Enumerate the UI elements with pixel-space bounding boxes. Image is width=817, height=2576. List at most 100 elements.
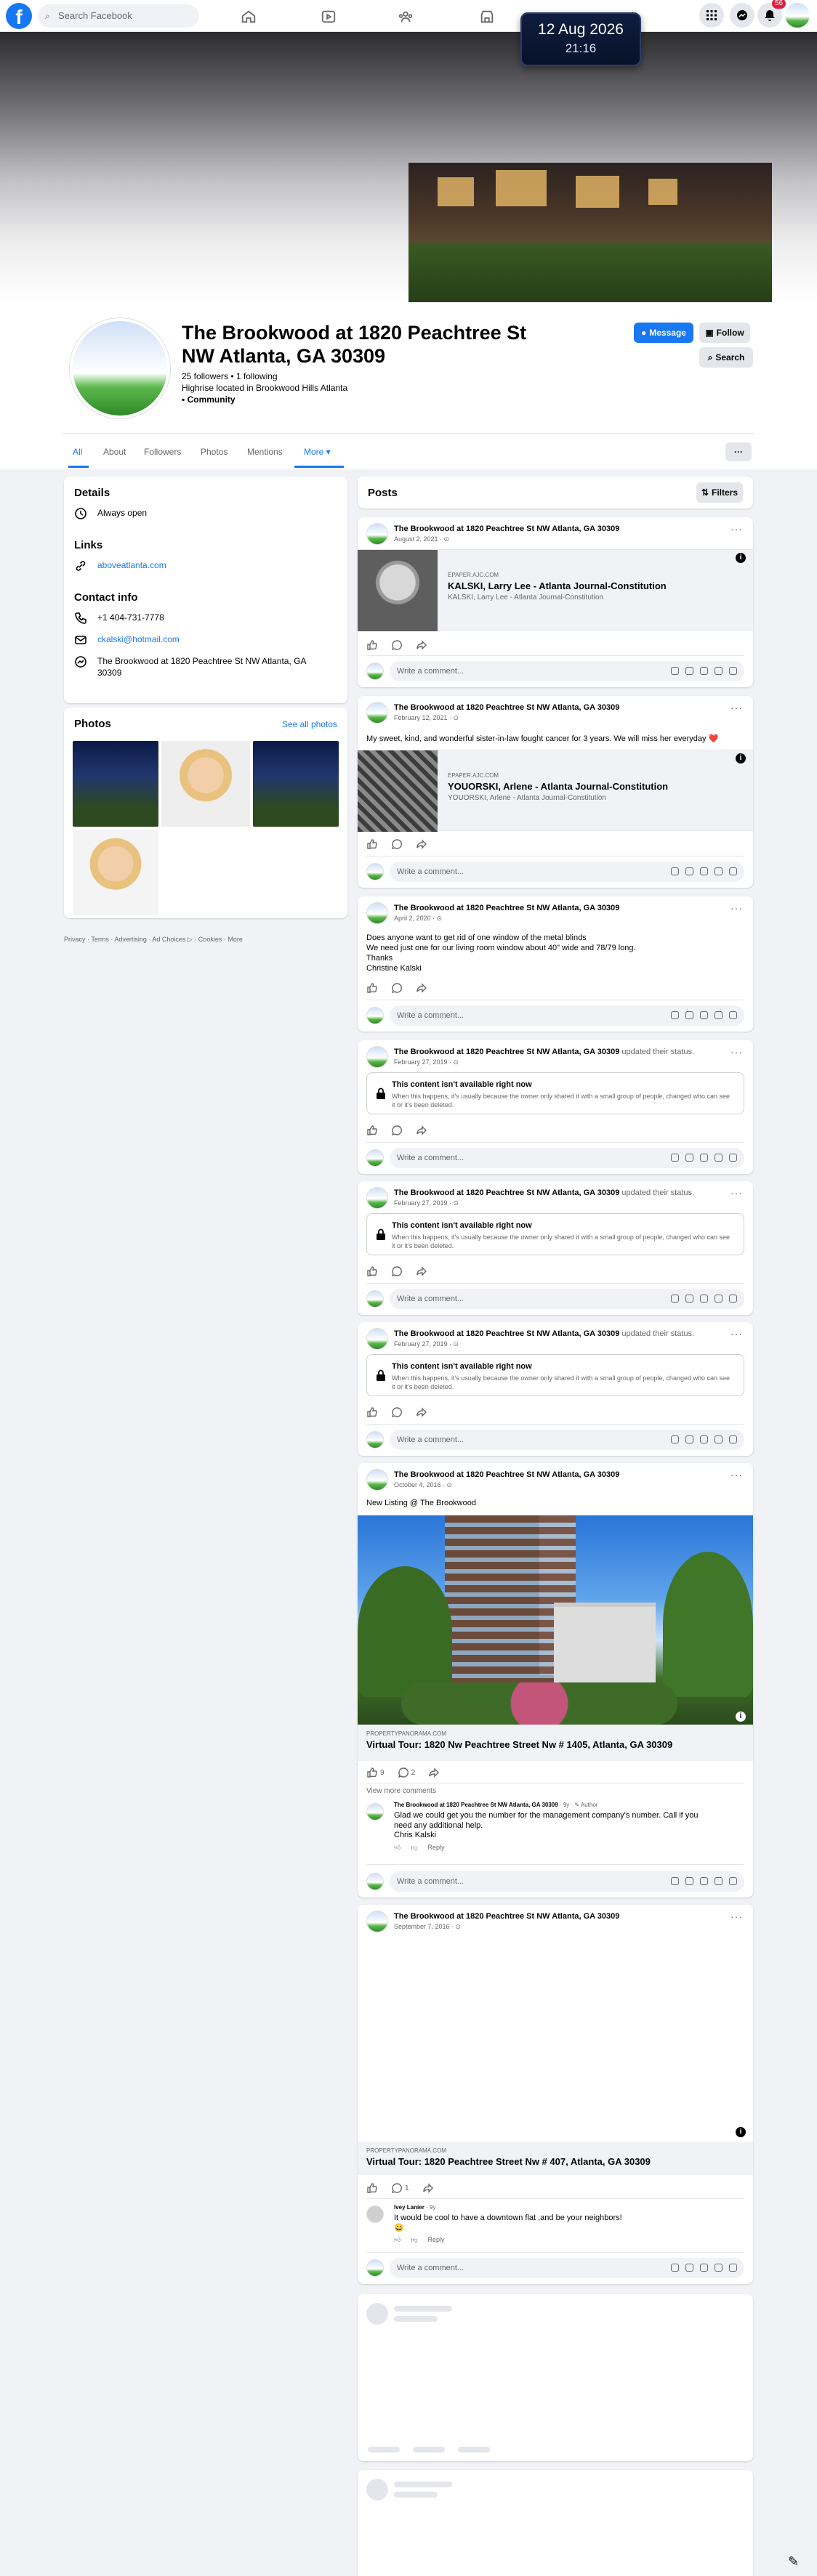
like-icon[interactable] xyxy=(366,838,378,850)
like-icon[interactable] xyxy=(366,982,378,994)
post-date[interactable]: February 27, 2019 · ⊙ xyxy=(394,1199,459,1207)
avatar[interactable] xyxy=(366,523,388,545)
info-icon[interactable]: i xyxy=(736,1712,746,1722)
link-preview[interactable]: EPAPER.AJC.COM YOUORSKI, Arlene - Atlant… xyxy=(358,750,753,832)
search-input[interactable]: ⌕ Search Facebook xyxy=(38,4,199,28)
compose-edit-icon[interactable]: ✎ xyxy=(788,2554,799,2569)
search-button[interactable]: ⌕ Search xyxy=(699,347,753,368)
post-options-icon[interactable]: ··· xyxy=(731,523,743,535)
share-icon[interactable] xyxy=(416,639,427,651)
comment-icon[interactable] xyxy=(391,1406,403,1418)
message-button[interactable]: ● Message xyxy=(634,323,693,343)
comment-tools[interactable] xyxy=(671,1877,737,1885)
post-author[interactable]: The Brookwood at 1820 Peachtree St NW At… xyxy=(394,1048,694,1056)
tab-followers[interactable]: Followers xyxy=(144,447,181,457)
info-icon[interactable]: i xyxy=(736,553,746,563)
post-author[interactable]: The Brookwood at 1820 Peachtree St NW At… xyxy=(394,904,619,912)
post-date[interactable]: April 2, 2020 · ⊙ xyxy=(394,915,442,923)
post-date[interactable]: September 7, 2016 · ⊙ xyxy=(394,1923,461,1931)
share-icon[interactable] xyxy=(416,1125,427,1136)
photo-thumbnail[interactable] xyxy=(253,741,339,827)
like-icon[interactable] xyxy=(366,639,378,651)
post-author[interactable]: The Brookwood at 1820 Peachtree St NW At… xyxy=(394,524,619,533)
comment-tools[interactable] xyxy=(671,2264,737,2272)
marketplace-icon[interactable] xyxy=(456,4,518,29)
share-icon[interactable] xyxy=(422,2182,434,2194)
post-date[interactable]: October 4, 2016 · ⊙ xyxy=(394,1481,452,1489)
menu-grid-icon[interactable] xyxy=(699,3,724,28)
avatar[interactable] xyxy=(366,1803,384,1820)
comment-icon[interactable] xyxy=(391,639,403,651)
comment-author[interactable]: Ivey Lanier xyxy=(394,2204,424,2211)
post-author[interactable]: The Brookwood at 1820 Peachtree St NW At… xyxy=(394,1188,694,1197)
footer-links[interactable]: Privacy · Terms · Advertising · Ad Choic… xyxy=(64,936,243,944)
like-icon[interactable]: 👍︎ xyxy=(394,1844,401,1852)
post-image[interactable]: i xyxy=(358,1515,753,1725)
avatar[interactable] xyxy=(366,1911,388,1932)
view-more-comments[interactable]: View more comments xyxy=(366,1787,436,1795)
messenger-icon[interactable] xyxy=(730,3,754,28)
filters-button[interactable]: ⇅ Filters xyxy=(696,482,743,503)
comment-icon[interactable] xyxy=(391,982,403,994)
like-icon[interactable] xyxy=(366,1406,378,1418)
author-name[interactable]: The Brookwood at 1820 Peachtree St NW At… xyxy=(394,1048,619,1056)
comment-icon[interactable] xyxy=(391,1125,403,1136)
post-options-icon[interactable]: ··· xyxy=(731,1911,743,1922)
post-author[interactable]: The Brookwood at 1820 Peachtree St NW At… xyxy=(394,1329,694,1338)
comment-icon[interactable] xyxy=(391,1265,403,1277)
like-icon[interactable]: 👍︎ xyxy=(394,2236,401,2244)
comment-author[interactable]: The Brookwood at 1820 Peachtree St NW At… xyxy=(394,1802,558,1808)
post-options-icon[interactable]: ··· xyxy=(731,702,743,713)
share-icon[interactable] xyxy=(416,982,427,994)
post-author[interactable]: The Brookwood at 1820 Peachtree St NW At… xyxy=(394,1470,619,1479)
post-date[interactable]: February 12, 2021 · ⊙ xyxy=(394,714,459,722)
tab-more[interactable]: More ▾ xyxy=(304,447,331,457)
share-icon[interactable] xyxy=(416,838,427,850)
website-link[interactable]: aboveatlanta.com xyxy=(97,559,166,571)
comment-icon[interactable] xyxy=(398,1767,409,1778)
avatar[interactable] xyxy=(366,902,388,924)
link-preview[interactable]: PROPERTYPANORAMA.COM Virtual Tour: 1820 … xyxy=(358,1725,753,1761)
photo-thumbnail[interactable] xyxy=(73,741,158,827)
video-icon[interactable] xyxy=(298,4,359,29)
post-options-icon[interactable]: ··· xyxy=(731,902,743,914)
share-icon[interactable] xyxy=(416,1265,427,1277)
tab-all[interactable]: All xyxy=(73,447,82,457)
post-image[interactable]: i xyxy=(358,1937,753,2140)
share-icon[interactable] xyxy=(416,1406,427,1418)
link-preview[interactable]: PROPERTYPANORAMA.COM Virtual Tour: 1820 … xyxy=(358,2142,753,2175)
post-date[interactable]: February 27, 2019 · ⊙ xyxy=(394,1058,459,1066)
comment-icon[interactable] xyxy=(391,838,403,850)
avatar[interactable] xyxy=(366,1046,388,1068)
reply-button[interactable]: Reply xyxy=(428,2236,445,2244)
post-author[interactable]: The Brookwood at 1820 Peachtree St NW At… xyxy=(394,1912,619,1921)
profile-avatar[interactable] xyxy=(70,318,170,418)
bell-icon[interactable]: 56 xyxy=(757,0,786,28)
more-options-button[interactable]: ··· xyxy=(725,442,752,461)
avatar[interactable] xyxy=(366,1328,388,1350)
photo-thumbnail[interactable] xyxy=(73,830,158,915)
groups-icon[interactable] xyxy=(375,4,436,29)
tab-mentions[interactable]: Mentions xyxy=(247,447,283,457)
comment-tools[interactable] xyxy=(671,1154,737,1162)
avatar[interactable] xyxy=(366,1469,388,1491)
tab-photos[interactable]: Photos xyxy=(201,447,228,457)
home-icon[interactable] xyxy=(218,4,279,29)
comment-tools[interactable] xyxy=(671,1011,737,1019)
follow-button[interactable]: ▣ Follow xyxy=(699,323,750,343)
post-options-icon[interactable]: ··· xyxy=(731,1328,743,1340)
like-icon[interactable] xyxy=(366,1265,378,1277)
post-options-icon[interactable]: ··· xyxy=(731,1187,743,1199)
avatar[interactable] xyxy=(366,702,388,724)
facebook-logo[interactable]: f xyxy=(6,3,32,29)
reply-button[interactable]: Reply xyxy=(428,1844,445,1852)
see-all-photos-link[interactable]: See all photos xyxy=(282,719,337,729)
post-options-icon[interactable]: ··· xyxy=(731,1469,743,1481)
like-icon[interactable] xyxy=(366,2182,378,2194)
share-icon[interactable] xyxy=(428,1767,440,1778)
avatar[interactable] xyxy=(366,2206,384,2223)
comment-tools[interactable] xyxy=(671,1295,737,1303)
email-link[interactable]: ckalski@hotmail.com xyxy=(97,633,180,645)
tab-about[interactable]: About xyxy=(103,447,126,457)
post-options-icon[interactable]: ··· xyxy=(731,1046,743,1058)
